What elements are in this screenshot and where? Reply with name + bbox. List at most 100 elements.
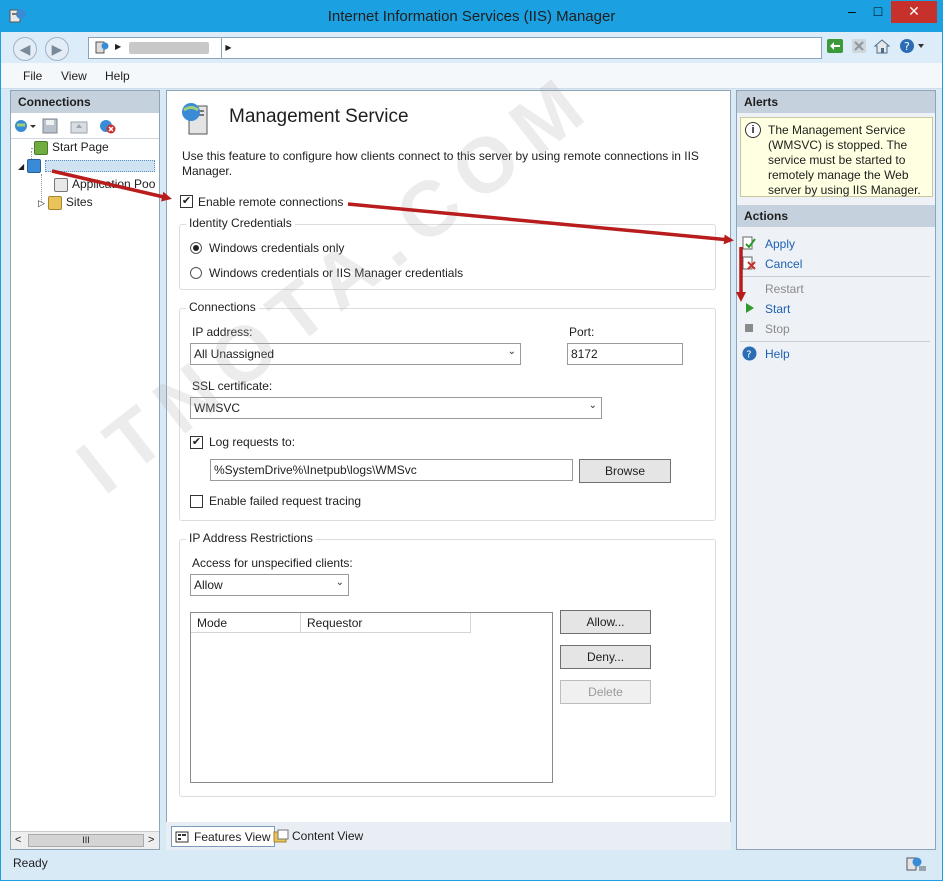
stop-icon[interactable] — [849, 38, 869, 56]
cancel-action[interactable]: Cancel — [737, 255, 927, 273]
action-label: Start — [765, 302, 791, 316]
apply-action[interactable]: Apply — [737, 235, 927, 253]
back-button[interactable]: ◀ — [13, 37, 37, 61]
column-header-mode[interactable]: Mode — [191, 613, 301, 633]
start-page-icon — [34, 140, 48, 155]
restart-icon — [742, 281, 756, 295]
save-icon[interactable] — [42, 118, 58, 137]
connections-toolbar — [11, 113, 159, 139]
actions-divider — [740, 276, 930, 277]
restrictions-list[interactable]: Mode Requestor — [190, 612, 553, 783]
cancel-icon — [742, 256, 756, 270]
close-button[interactable]: ✕ — [891, 1, 937, 23]
delete-button[interactable]: Delete — [560, 680, 651, 704]
minimize-button[interactable]: – — [839, 1, 865, 23]
address-toolbar: ◀ ▶ ▶ ▶ ? — [1, 32, 942, 63]
title-bar: Internet Information Services (IIS) Mana… — [1, 1, 942, 32]
tree-item-sites[interactable]: ▷ Sites — [38, 195, 93, 210]
tree-item-server[interactable]: ◢ — [18, 158, 156, 173]
port-input[interactable]: 8172 — [567, 343, 683, 365]
connections-header: Connections — [11, 91, 159, 113]
access-unspecified-select[interactable]: Allow ⌄ — [190, 574, 349, 596]
tree-item-application-pools[interactable]: Application Poo — [54, 177, 155, 192]
failed-request-tracing-checkbox[interactable] — [190, 495, 203, 508]
allow-button[interactable]: Allow... — [560, 610, 651, 634]
failed-request-tracing-label: Enable failed request tracing — [209, 494, 362, 508]
forward-button[interactable]: ▶ — [45, 37, 69, 61]
sites-folder-icon — [47, 195, 62, 210]
stop-action[interactable]: Stop — [737, 320, 927, 338]
connect-icon[interactable] — [14, 118, 38, 137]
connection-status-icon — [906, 856, 928, 875]
stop-square-icon — [742, 321, 756, 335]
expand-toggle-icon[interactable]: ◢ — [18, 162, 24, 171]
up-folder-icon[interactable] — [70, 118, 88, 137]
column-header-requestor[interactable]: Requestor — [301, 613, 471, 633]
deny-button[interactable]: Deny... — [560, 645, 651, 669]
ssl-certificate-select[interactable]: WMSVC ⌄ — [190, 397, 602, 419]
browse-button[interactable]: Browse — [579, 459, 671, 483]
chevron-down-icon: ⌄ — [507, 346, 516, 357]
action-label: Cancel — [765, 257, 803, 271]
enable-remote-checkbox[interactable]: ✔ — [180, 195, 193, 208]
tree-label: Start Page — [52, 140, 109, 154]
tab-features-view[interactable]: Features View — [171, 826, 276, 847]
address-bar[interactable]: ▶ ▶ — [88, 37, 822, 59]
tree-item-start-page[interactable]: Start Page — [34, 140, 109, 155]
log-requests-label: Log requests to: — [209, 435, 296, 449]
restart-action[interactable]: Restart — [737, 280, 927, 298]
log-path-input[interactable]: %SystemDrive%\Inetpub\logs\WMSvc — [210, 459, 573, 481]
connections-group: Connections IP address: All Unassigned ⌄ … — [179, 300, 716, 521]
collapsed-toggle-icon[interactable]: ▷ — [38, 198, 45, 208]
status-text: Ready — [13, 856, 48, 870]
tab-content-view[interactable]: Content View — [270, 826, 367, 847]
chevron-down-icon: ⌄ — [335, 577, 344, 588]
breadcrumb-server[interactable] — [129, 42, 209, 54]
actions-divider — [740, 341, 930, 342]
page-title: Management Service — [229, 106, 409, 127]
menu-view[interactable]: View — [61, 69, 87, 83]
tab-label: Features View — [194, 830, 271, 844]
scrollbar-thumb[interactable]: III — [28, 834, 144, 847]
actions-pane: Alerts i The Management Service (WMSVC) … — [736, 90, 936, 850]
horizontal-scrollbar[interactable]: < III > — [11, 831, 159, 849]
radio-label: Windows credentials or IIS Manager crede… — [209, 266, 464, 280]
tree-server-name — [45, 159, 156, 172]
refresh-icon[interactable] — [825, 38, 845, 56]
tab-label: Content View — [292, 829, 364, 843]
help-action[interactable]: ? Help — [737, 345, 927, 363]
action-label: Stop — [765, 322, 790, 336]
server-icon — [27, 158, 42, 173]
tree-label: Sites — [65, 195, 93, 209]
action-label: Apply — [765, 237, 796, 251]
maximize-button[interactable]: □ — [865, 1, 891, 23]
windows-or-iis-credentials-radio[interactable] — [190, 267, 202, 279]
forward-arrow-icon: ▶ — [51, 41, 63, 57]
home-icon[interactable] — [872, 38, 892, 56]
action-label: Help — [765, 347, 790, 361]
help-menu-icon[interactable]: ? — [899, 38, 927, 56]
back-arrow-icon: ◀ — [19, 41, 31, 57]
log-requests-checkbox[interactable]: ✔ — [190, 436, 203, 449]
apply-icon — [742, 236, 756, 250]
window-title: Internet Information Services (IIS) Mana… — [327, 8, 616, 25]
view-tabs: Features View Content View — [166, 822, 731, 850]
ssl-certificate-value: WMSVC — [194, 401, 240, 415]
access-unspecified-label: Access for unspecified clients: — [192, 556, 353, 570]
page-description: Use this feature to configure how client… — [182, 149, 699, 178]
menu-help[interactable]: Help — [105, 69, 130, 83]
status-bar: Ready — [1, 851, 942, 880]
tree-label: Application Poo — [72, 177, 156, 191]
breadcrumb-dropdown-icon[interactable]: ▶ — [221, 38, 235, 58]
management-service-icon — [179, 100, 215, 139]
windows-credentials-only-radio[interactable] — [190, 242, 202, 254]
ip-address-select[interactable]: All Unassigned ⌄ — [190, 343, 521, 365]
scroll-right-icon[interactable]: > — [148, 834, 154, 846]
scroll-left-icon[interactable]: < — [15, 834, 21, 846]
feature-panel: Management Service Use this feature to c… — [166, 90, 731, 850]
start-action[interactable]: Start — [737, 300, 927, 318]
info-icon: i — [745, 122, 761, 138]
disconnect-icon[interactable] — [99, 118, 117, 137]
menu-bar: File View Help — [1, 63, 942, 89]
menu-file[interactable]: File — [23, 69, 42, 83]
